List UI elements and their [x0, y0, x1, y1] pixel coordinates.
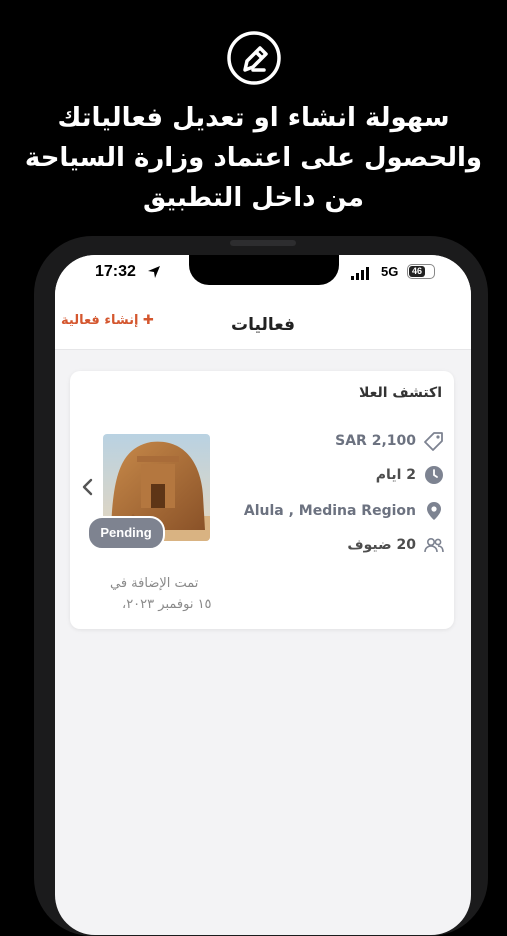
- battery-icon: 46: [407, 264, 435, 279]
- phone-speaker: [230, 240, 296, 246]
- event-guests-row: 20 ضيوف: [347, 533, 444, 557]
- event-title: اكتشف العلا: [358, 385, 442, 401]
- price-tag-icon: [424, 432, 443, 451]
- network-type: 5G: [381, 264, 399, 279]
- battery-level: 46: [409, 266, 425, 277]
- promo-headline: سهولة انشاء او تعديل فعالياتك والحصول عل…: [0, 98, 507, 218]
- phone-screen: 17:32 5G 46 فعاليات ✚ إنشاء فعالية اكتشف…: [55, 255, 471, 935]
- event-card[interactable]: اكتشف العلا SAR 2,100 2 ايام Alula , Med…: [70, 371, 454, 629]
- clock-icon: [425, 466, 443, 484]
- event-guests: 20 ضيوف: [347, 537, 416, 553]
- status-badge: Pending: [87, 516, 165, 550]
- promo-line-2: والحصول على اعتماد وزارة السياحة: [24, 143, 483, 173]
- status-time: 17:32: [95, 263, 136, 280]
- event-duration-row: 2 ايام: [376, 463, 444, 487]
- event-duration: 2 ايام: [375, 467, 416, 483]
- cellular-signal-icon: [351, 267, 369, 280]
- pencil-edit-icon: [227, 31, 281, 85]
- promo-line-3: من داخل التطبيق: [142, 183, 365, 213]
- location-arrow-icon: [148, 266, 160, 278]
- event-location: Alula , Medina Region: [243, 503, 416, 519]
- map-pin-icon: [427, 502, 441, 520]
- added-label: تمت الإضافة في: [110, 576, 199, 591]
- promo-line-1: سهولة انشاء او تعديل فعالياتك: [57, 103, 450, 133]
- create-event-button[interactable]: ✚ إنشاء فعالية: [61, 313, 154, 328]
- event-price-row: SAR 2,100: [335, 429, 444, 453]
- chevron-left-icon[interactable]: [81, 478, 95, 496]
- nav-bar: فعاليات ✚ إنشاء فعالية: [55, 295, 471, 350]
- guests-icon: [424, 537, 444, 553]
- phone-notch: [189, 255, 339, 285]
- event-location-row: Alula , Medina Region: [244, 499, 444, 523]
- added-date: ١٥ نوفمبر ٢٠٢٣،: [122, 597, 212, 612]
- event-price: SAR 2,100: [335, 433, 416, 449]
